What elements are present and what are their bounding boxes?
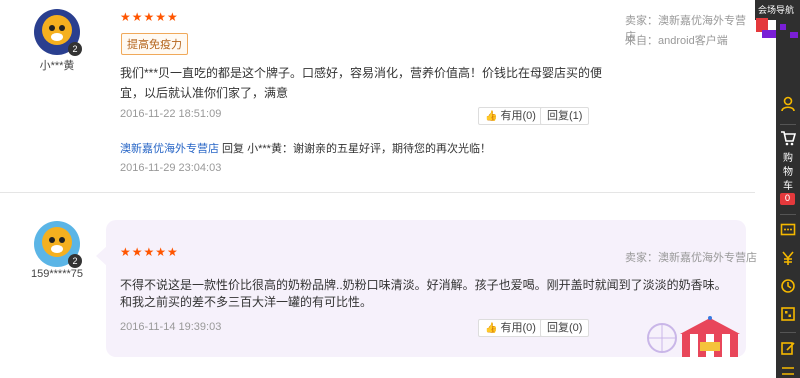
venue-nav-decor-purple-2 bbox=[780, 24, 786, 30]
seller-reply-text: 回复 小***黄：谢谢亲的五星好评，期待您的再次光临！ bbox=[219, 143, 491, 155]
user-icon[interactable] bbox=[779, 96, 797, 114]
rating-stars: ★★★★★ bbox=[120, 245, 179, 259]
username: 159*****75 bbox=[31, 268, 83, 280]
more-icon[interactable] bbox=[779, 366, 797, 378]
vip-badge: 2 bbox=[68, 42, 82, 56]
review-content: 我们***贝一直吃的都是这个牌子。口感好，容易消化，营养价值高！价钱比在母婴店买… bbox=[120, 66, 603, 100]
thumbs-up-icon: 👍 bbox=[485, 111, 498, 122]
helpful-button[interactable]: 👍 有用(0) bbox=[478, 319, 543, 337]
cart-icon[interactable] bbox=[779, 130, 797, 148]
review-date: 2016-11-14 19:39:03 bbox=[120, 321, 222, 333]
sidebar-separator bbox=[780, 214, 796, 215]
seller-reply: 澳新嘉优海外专营店 回复 小***黄：谢谢亲的五星好评，期待您的再次光临！ bbox=[120, 140, 491, 156]
review-item-1: 2 小***黄 ★★★★★ 提高免疫力 卖家：澳新嘉优海外专营店 来自：andr… bbox=[0, 0, 755, 190]
review-content-line-2: 和我之前买的差不多三百大洋一罐的有可比性。 bbox=[120, 295, 373, 309]
helpful-label: 有用(0) bbox=[500, 322, 536, 334]
avatar-eye-right bbox=[59, 237, 65, 243]
venue-nav-decor-purple-3 bbox=[790, 32, 798, 38]
cart-label-char-1[interactable]: 购 bbox=[779, 152, 797, 165]
avatar-eye-left bbox=[49, 237, 55, 243]
reply-button[interactable]: 回复(1) bbox=[540, 107, 590, 125]
cart-label-char-2[interactable]: 物 bbox=[779, 166, 797, 179]
seller-reply-store-link[interactable]: 澳新嘉优海外专营店 bbox=[120, 143, 219, 155]
carnival-tent-illustration bbox=[647, 316, 740, 357]
sidebar-separator bbox=[780, 124, 796, 125]
review-divider bbox=[0, 192, 755, 193]
seller-reply-date: 2016-11-29 23:04:03 bbox=[120, 162, 222, 174]
vip-badge: 2 bbox=[68, 254, 82, 268]
history-icon[interactable] bbox=[779, 278, 797, 296]
seller-name: 卖家：澳新嘉优海外专营店 bbox=[625, 252, 757, 264]
username: 小***黄 bbox=[39, 60, 75, 72]
chat-icon[interactable] bbox=[779, 222, 797, 240]
qrcode-icon[interactable] bbox=[779, 306, 797, 324]
reply-button[interactable]: 回复(0) bbox=[540, 319, 590, 337]
venue-nav-decor-purple bbox=[762, 30, 776, 38]
review-source: 来自：android客户端 bbox=[625, 35, 728, 47]
review-date: 2016-11-22 18:51:09 bbox=[120, 108, 222, 120]
avatar-snout bbox=[51, 245, 63, 253]
avatar-eye-right bbox=[59, 25, 65, 31]
sidebar-separator bbox=[780, 332, 796, 333]
feedback-icon[interactable] bbox=[779, 340, 797, 358]
coupon-icon[interactable] bbox=[779, 250, 797, 268]
helpful-button[interactable]: 👍 有用(0) bbox=[478, 107, 543, 125]
rating-stars: ★★★★★ bbox=[120, 10, 179, 24]
cart-label-char-3[interactable]: 车 bbox=[779, 180, 797, 193]
avatar-snout bbox=[51, 33, 63, 41]
thumbs-up-icon: 👍 bbox=[485, 323, 498, 334]
review-tag[interactable]: 提高免疫力 bbox=[121, 33, 188, 55]
venue-nav-label[interactable]: 会场导航 bbox=[758, 3, 800, 16]
avatar-eye-left bbox=[49, 25, 55, 31]
helpful-label: 有用(0) bbox=[500, 110, 536, 122]
cart-count-badge: 0 bbox=[780, 193, 795, 205]
